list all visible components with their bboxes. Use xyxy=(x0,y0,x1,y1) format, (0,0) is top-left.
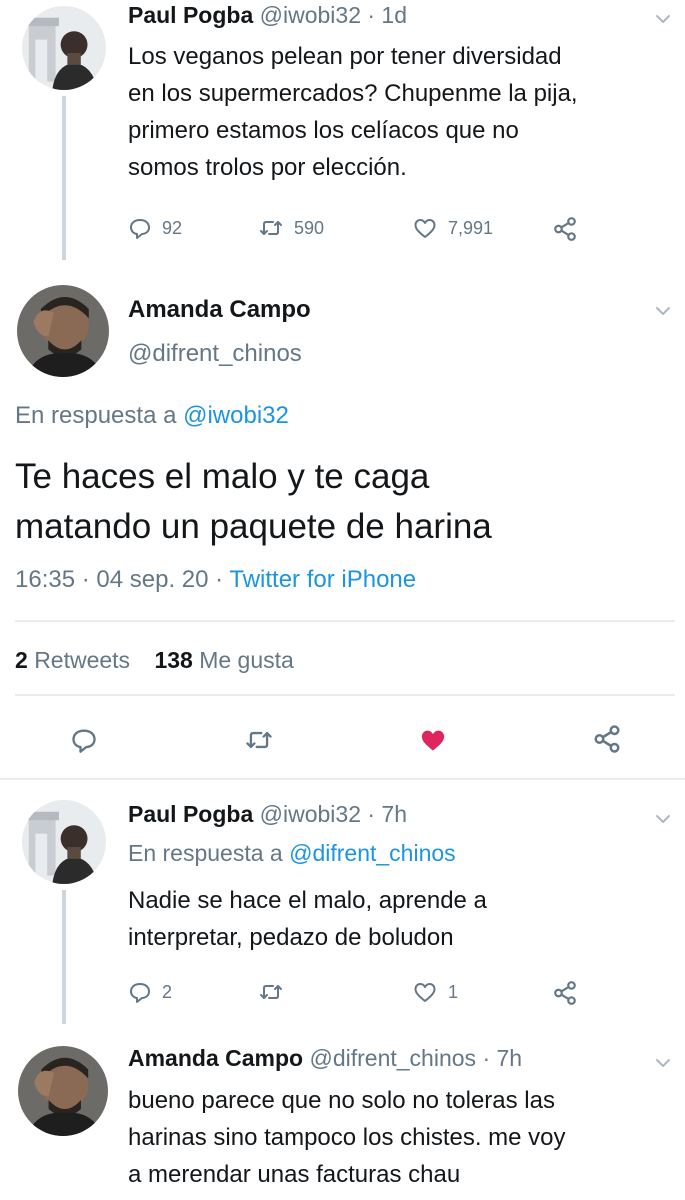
tweet-text: Los veganos pelean por tener diversidad … xyxy=(128,38,668,186)
reply-button[interactable]: 92 xyxy=(128,216,182,240)
avatar[interactable] xyxy=(22,800,106,884)
tweet-time[interactable]: · 7h xyxy=(482,1045,522,1071)
likes-stat[interactable]: 138 Me gusta xyxy=(154,647,293,673)
retweet-label: Retweets xyxy=(34,647,131,673)
tweet-time[interactable]: · 1d xyxy=(367,2,407,28)
reply-button[interactable] xyxy=(70,726,98,754)
display-name[interactable]: Amanda Campo xyxy=(128,296,311,324)
like-button[interactable]: 1 xyxy=(412,980,458,1004)
tweet-line: harinas sino tampoco los chistes. me voy xyxy=(128,1124,566,1151)
retweets-stat[interactable]: 2 Retweets xyxy=(15,647,136,673)
display-name[interactable]: Paul Pogba xyxy=(128,2,253,28)
tweet-line: a merendar unas facturas chau xyxy=(128,1161,461,1188)
retweet-count: 2 xyxy=(15,647,28,673)
thread-line xyxy=(62,890,66,1024)
retweet-button[interactable] xyxy=(244,726,274,754)
avatar[interactable] xyxy=(18,1046,108,1136)
like-count: 138 xyxy=(154,647,193,673)
reply-to-link[interactable]: @iwobi32 xyxy=(183,402,289,429)
retweet-icon xyxy=(260,985,282,999)
retweet-icon xyxy=(260,221,282,235)
like-count: 1 xyxy=(448,981,459,1002)
share-button[interactable] xyxy=(592,724,622,754)
chevron-down-icon[interactable] xyxy=(652,1052,674,1074)
divider xyxy=(0,778,685,780)
user-handle[interactable]: @difrent_chinos xyxy=(309,1045,476,1071)
avatar[interactable] xyxy=(17,285,109,377)
user-handle[interactable]: @iwobi32 xyxy=(260,801,361,827)
avatar[interactable] xyxy=(22,6,106,90)
tweet-text: Nadie se hace el malo, aprende a interpr… xyxy=(128,882,668,956)
reply-icon xyxy=(130,219,150,239)
tweet-time[interactable]: · 7h xyxy=(367,801,407,827)
share-icon xyxy=(594,725,620,753)
share-icon xyxy=(554,981,576,1005)
tweet-header: Paul Pogba @iwobi32 · 7h xyxy=(128,801,407,828)
chevron-down-icon[interactable] xyxy=(652,300,674,322)
avatar-arc-man-icon xyxy=(22,800,106,884)
reply-prefix: En respuesta a xyxy=(128,840,283,866)
divider xyxy=(15,620,675,622)
reply-prefix: En respuesta a xyxy=(15,402,177,429)
divider xyxy=(15,694,675,696)
retweet-icon xyxy=(246,731,272,749)
like-count: 7,991 xyxy=(448,217,494,238)
user-handle[interactable]: @difrent_chinos xyxy=(128,340,302,368)
tweet-meta: 16:35 · 04 sep. 20 · Twitter for iPhone xyxy=(15,566,416,594)
reply-context: En respuesta a @difrent_chinos xyxy=(128,840,456,867)
thread-line xyxy=(62,96,66,260)
source-link[interactable]: Twitter for iPhone xyxy=(229,566,416,593)
retweet-count: 590 xyxy=(294,217,325,238)
like-label: Me gusta xyxy=(199,647,294,673)
tweet-line: somos trolos por elección. xyxy=(128,154,407,181)
user-handle[interactable]: @iwobi32 xyxy=(260,2,361,28)
retweet-button[interactable] xyxy=(258,980,284,1004)
retweet-button[interactable]: 590 xyxy=(258,216,324,240)
tweet-line: matando un paquete de harina xyxy=(15,507,492,546)
tweet-line: primero estamos los celíacos que no xyxy=(128,117,519,144)
display-name[interactable]: Paul Pogba xyxy=(128,801,253,827)
engagement-stats: 2 Retweets 138 Me gusta xyxy=(15,647,294,674)
chevron-down-icon[interactable] xyxy=(652,8,674,30)
tweet-line: en los supermercados? Chupenme la pija, xyxy=(128,80,578,107)
reply-icon xyxy=(72,729,96,753)
reply-icon xyxy=(130,983,150,1003)
avatar-photo-icon xyxy=(17,285,109,377)
reply-context: En respuesta a @iwobi32 xyxy=(15,402,289,430)
share-button[interactable] xyxy=(552,216,578,242)
tweet-line: Los veganos pelean por tener diversidad xyxy=(128,43,562,70)
reply-button[interactable]: 2 xyxy=(128,980,172,1004)
tweet-text: bueno parece que no solo no toleras las … xyxy=(128,1082,678,1193)
tweet-line: Te haces el malo y te caga xyxy=(15,457,430,496)
avatar-arc-man-icon xyxy=(22,6,106,90)
heart-icon xyxy=(414,219,436,238)
like-button[interactable]: 7,991 xyxy=(412,216,493,240)
heart-icon xyxy=(414,983,436,1002)
tweet-line: Nadie se hace el malo, aprende a xyxy=(128,887,487,914)
share-button[interactable] xyxy=(552,980,578,1006)
tweet-line: interpretar, pedazo de boludon xyxy=(128,924,454,951)
tweet-header: Paul Pogba @iwobi32 · 1d xyxy=(128,2,407,29)
share-icon xyxy=(554,217,576,241)
tweet-text: Te haces el malo y te caga matando un pa… xyxy=(15,452,675,552)
tweet-line: bueno parece que no solo no toleras las xyxy=(128,1087,555,1114)
reply-count: 92 xyxy=(162,217,183,238)
chevron-down-icon[interactable] xyxy=(652,808,674,830)
timestamp[interactable]: 16:35 · 04 sep. 20 · xyxy=(15,566,223,593)
tweet-header: Amanda Campo @difrent_chinos · 7h xyxy=(128,1045,522,1072)
heart-filled-icon xyxy=(421,730,445,751)
like-button[interactable] xyxy=(418,726,448,754)
avatar-photo-icon xyxy=(18,1046,108,1136)
display-name[interactable]: Amanda Campo xyxy=(128,1045,303,1071)
reply-to-link[interactable]: @difrent_chinos xyxy=(289,840,456,866)
reply-count: 2 xyxy=(162,981,173,1002)
